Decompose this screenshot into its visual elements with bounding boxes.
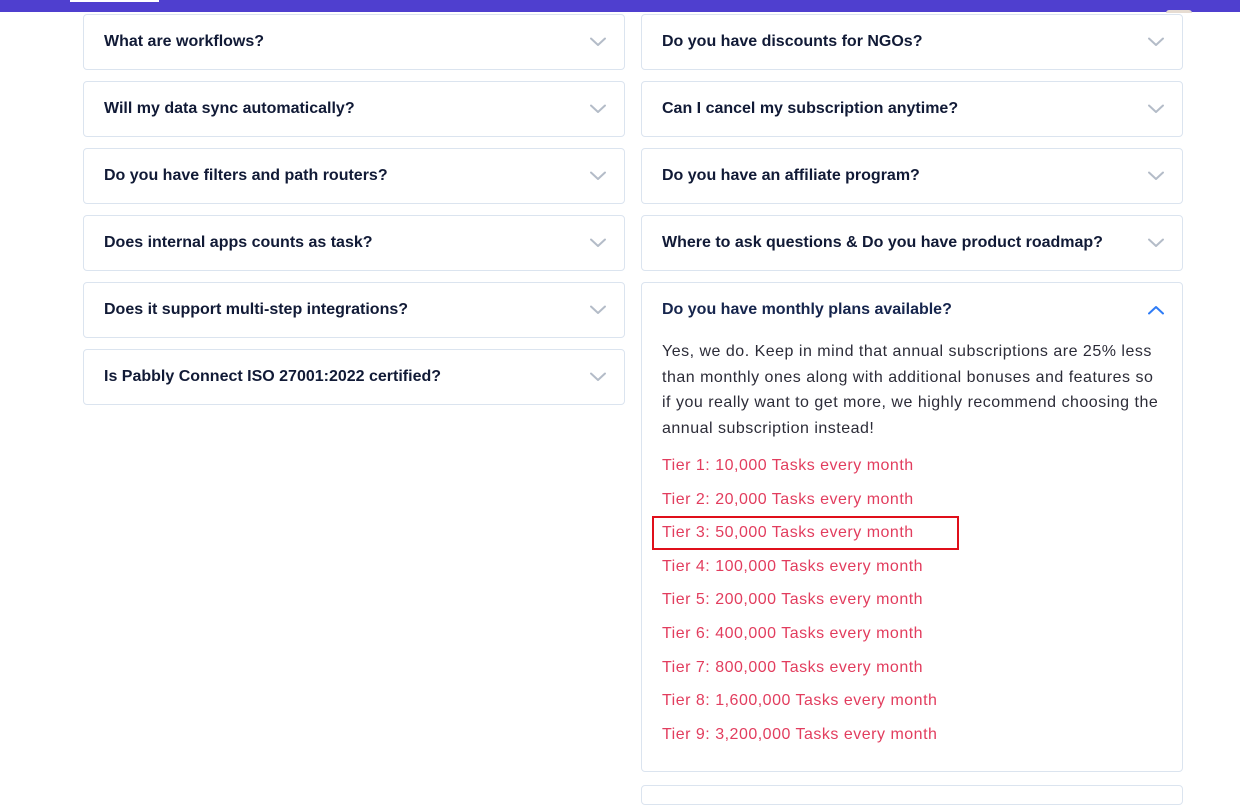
tier-item: Tier 9: 3,200,000 Tasks every month: [662, 725, 938, 743]
faq-item[interactable]: Do you have discounts for NGOs?: [641, 14, 1183, 70]
chevron-down-icon[interactable]: [588, 233, 608, 253]
faq-toggle[interactable]: Will my data sync automatically?: [84, 82, 624, 136]
faq-column-left: What are workflows? Will my data sync au…: [83, 14, 625, 416]
chevron-down-icon[interactable]: [1146, 32, 1166, 52]
faq-toggle[interactable]: Does it support multi-step integrations?: [84, 283, 624, 337]
faq-question: Does it support multi-step integrations?: [104, 301, 409, 318]
faq-question: Do you have filters and path routers?: [104, 167, 388, 184]
faq-toggle[interactable]: What are workflows?: [84, 15, 624, 69]
tier-item: Tier 7: 800,000 Tasks every month: [662, 658, 924, 676]
faq-answer: Yes, we do. Keep in mind that annual sub…: [642, 337, 1182, 771]
faq-item[interactable]: What are workflows?: [83, 14, 625, 70]
chevron-down-icon[interactable]: [1146, 99, 1166, 119]
chevron-down-icon[interactable]: [588, 300, 608, 320]
faq-toggle[interactable]: Do you have an affiliate program?: [642, 149, 1182, 203]
faq-item-partial[interactable]: [641, 785, 1183, 805]
faq-item[interactable]: Do you have an affiliate program?: [641, 148, 1183, 204]
faq-toggle[interactable]: Does internal apps counts as task?: [84, 216, 624, 270]
faq-toggle[interactable]: Do you have monthly plans available?: [642, 283, 1182, 337]
faq-item[interactable]: Is Pabbly Connect ISO 27001:2022 certifi…: [83, 349, 625, 405]
faq-question: Do you have monthly plans available?: [662, 301, 952, 318]
site-header-bar: [0, 0, 1240, 13]
faq-item[interactable]: Where to ask questions & Do you have pro…: [641, 215, 1183, 271]
chevron-down-icon[interactable]: [588, 367, 608, 387]
tier-item: Tier 1: 10,000 Tasks every month: [662, 457, 914, 474]
active-nav-underline: [70, 0, 159, 2]
chevron-up-icon[interactable]: [1146, 300, 1166, 320]
chevron-down-icon[interactable]: [588, 166, 608, 186]
faq-item[interactable]: Can I cancel my subscription anytime?: [641, 81, 1183, 137]
faq-toggle[interactable]: Do you have discounts for NGOs?: [642, 15, 1182, 69]
faq-question: Do you have discounts for NGOs?: [662, 33, 923, 50]
faq-toggle[interactable]: Can I cancel my subscription anytime?: [642, 82, 1182, 136]
faq-item[interactable]: Will my data sync automatically?: [83, 81, 625, 137]
tier-item: Tier 2: 20,000 Tasks every month: [662, 490, 914, 508]
faq-item[interactable]: Do you have filters and path routers?: [83, 148, 625, 204]
faq-question: Will my data sync automatically?: [104, 100, 355, 117]
faq-question: What are workflows?: [104, 33, 265, 50]
chevron-down-icon[interactable]: [1146, 166, 1166, 186]
faq-answer-text: Yes, we do. Keep in mind that annual sub…: [662, 343, 1159, 437]
faq-item-expanded[interactable]: Do you have monthly plans available? Yes…: [641, 282, 1183, 773]
chevron-down-icon[interactable]: [1146, 233, 1166, 253]
tier-item: Tier 6: 400,000 Tasks every month: [662, 624, 924, 642]
tier-item-highlighted: Tier 3: 50,000 Tasks every month: [652, 516, 1162, 550]
faq-question: Where to ask questions & Do you have pro…: [662, 234, 1103, 251]
tier-item: Tier 5: 200,000 Tasks every month: [662, 591, 924, 609]
faq-item[interactable]: Does internal apps counts as task?: [83, 215, 625, 271]
faq-column-right: Do you have discounts for NGOs? Can I ca…: [641, 14, 1183, 783]
tier-list: Tier 1: 10,000 Tasks every month Tier 2:…: [652, 449, 1162, 751]
chevron-down-icon[interactable]: [588, 99, 608, 119]
faq-question: Do you have an affiliate program?: [662, 167, 920, 184]
header-corner-decoration: [1166, 10, 1192, 13]
faq-toggle[interactable]: Is Pabbly Connect ISO 27001:2022 certifi…: [84, 350, 624, 404]
tier-item: Tier 4: 100,000 Tasks every month: [662, 557, 924, 575]
faq-item[interactable]: Does it support multi-step integrations?: [83, 282, 625, 338]
tier-item: Tier 8: 1,600,000 Tasks every month: [662, 692, 938, 710]
faq-question: Can I cancel my subscription anytime?: [662, 100, 959, 117]
chevron-down-icon[interactable]: [588, 32, 608, 52]
faq-toggle[interactable]: Do you have filters and path routers?: [84, 149, 624, 203]
faq-question: Is Pabbly Connect ISO 27001:2022 certifi…: [104, 368, 442, 385]
faq-question: Does internal apps counts as task?: [104, 234, 373, 251]
faq-toggle[interactable]: Where to ask questions & Do you have pro…: [642, 216, 1182, 270]
